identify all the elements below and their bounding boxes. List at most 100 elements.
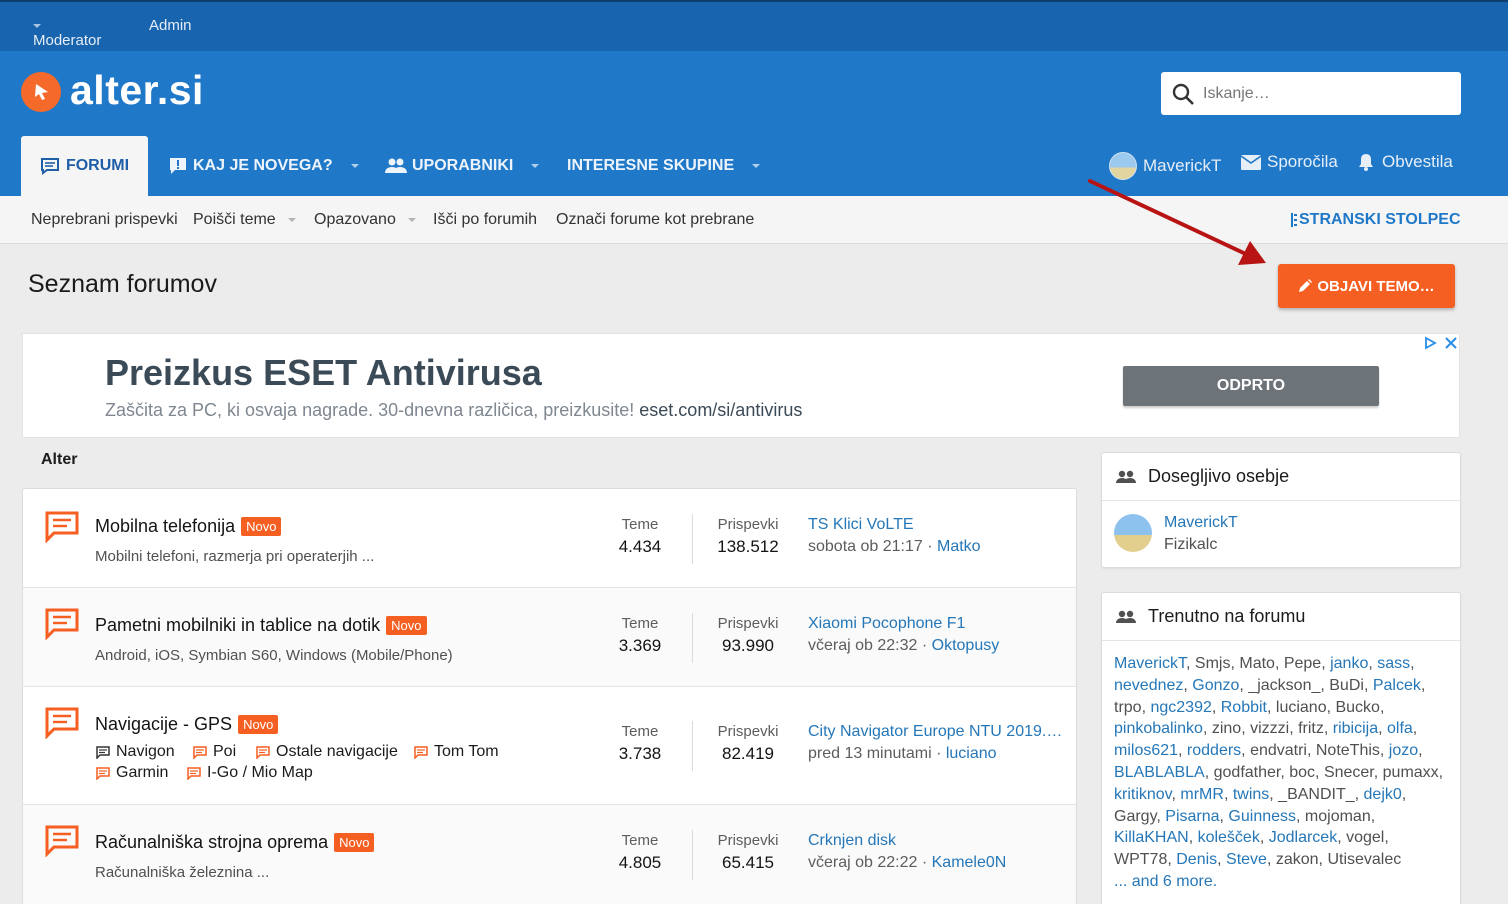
alerts-link[interactable]: Obvestila xyxy=(1358,152,1453,172)
online-user[interactable]: twins xyxy=(1233,786,1269,803)
online-user[interactable]: MaverickT xyxy=(1114,655,1186,672)
last-post-time[interactable]: sobota ob 21:17 xyxy=(808,538,923,555)
subnav-unread-posts[interactable]: Neprebrani prispevki xyxy=(31,211,178,229)
tab-uporabniki[interactable]: UPORABNIKI xyxy=(385,136,540,196)
subforum-name: Garmin xyxy=(116,764,169,781)
last-post-time[interactable]: pred 13 minutami xyxy=(808,745,932,762)
online-user[interactable]: sass xyxy=(1377,655,1410,672)
subforum-icon xyxy=(414,745,428,759)
subnav-watched[interactable]: Opazovano xyxy=(314,211,416,229)
forum-title[interactable]: Pametni mobilniki in tablice na dotik Nov… xyxy=(95,615,427,636)
online-user[interactable]: Jodlarcek xyxy=(1269,829,1337,846)
online-user[interactable]: dejk0 xyxy=(1364,786,1402,803)
threads-count: 4.434 xyxy=(618,537,662,556)
subforum-link[interactable]: I-Go / Mio Map xyxy=(187,764,313,782)
online-user[interactable]: pinkobalinko xyxy=(1114,720,1203,737)
online-user[interactable]: Guinness xyxy=(1228,808,1296,825)
search-box[interactable] xyxy=(1161,72,1461,115)
forum-title[interactable]: Mobilna telefonija Novo xyxy=(95,516,282,537)
messages-link[interactable]: Sporočila xyxy=(1241,152,1338,172)
more-online-link[interactable]: ... and 6 more. xyxy=(1102,871,1460,893)
chevron-down-icon[interactable] xyxy=(531,164,540,168)
subnav-search-forums[interactable]: Išči po forumih xyxy=(433,211,537,229)
subforum-name: I-Go / Mio Map xyxy=(207,764,313,781)
staff-online-title[interactable]: Dosegljivo osebje xyxy=(1148,466,1289,487)
chevron-down-icon[interactable] xyxy=(752,164,761,168)
online-user[interactable]: kolešček xyxy=(1198,829,1260,846)
online-user[interactable]: mrMR xyxy=(1180,786,1224,803)
last-post: Crknjen disk včeraj ob 22:22 · Kamele0N xyxy=(808,832,1063,872)
online-user[interactable]: nevednez xyxy=(1114,677,1183,694)
online-user: mojoman xyxy=(1304,807,1371,825)
subforum-link[interactable]: Garmin xyxy=(96,764,168,782)
last-post-user[interactable]: Matko xyxy=(937,538,981,555)
post-thread-button[interactable]: OBJAVI TEMO… xyxy=(1278,264,1455,308)
last-post-title[interactable]: Xiaomi Pocophone F1 xyxy=(808,615,1063,633)
online-user[interactable]: Gonzo xyxy=(1192,677,1239,694)
last-post-title[interactable]: TS Klici VoLTE xyxy=(808,516,1063,534)
subnav-find-threads[interactable]: Poišči teme xyxy=(193,211,296,229)
last-post-title[interactable]: City Navigator Europe NTU 2019.2... xyxy=(808,723,1063,741)
logo-icon[interactable] xyxy=(21,72,61,112)
close-icon[interactable] xyxy=(1445,337,1457,349)
forum-row: Navigacije - GPS Novo Navigon Poi Ostale … xyxy=(23,687,1076,805)
last-post-time[interactable]: včeraj ob 22:22 xyxy=(808,854,917,871)
moderator-menu[interactable]: Moderator xyxy=(33,17,101,49)
subforum-link[interactable]: Navigon xyxy=(96,743,175,761)
posts-label: Prispevki xyxy=(717,615,779,632)
online-user[interactable]: KillaKHAN xyxy=(1114,829,1189,846)
online-user[interactable]: BLABLABLA xyxy=(1114,764,1205,781)
online-user[interactable]: jozo xyxy=(1389,742,1418,759)
subforum-link[interactable]: Poi xyxy=(193,743,236,761)
subnav-mark-read[interactable]: Označi forume kot prebrane xyxy=(556,211,754,229)
last-post-time[interactable]: včeraj ob 22:32 xyxy=(808,637,917,654)
forum-row: Računalniška strojna oprema Novo Računaln… xyxy=(23,805,1076,904)
online-user[interactable]: rodders xyxy=(1187,742,1241,759)
moderator-label: Moderator xyxy=(33,32,102,49)
forum-title[interactable]: Navigacije - GPS Novo xyxy=(95,714,279,735)
tab-kaj-je-novega[interactable]: KAJ JE NOVEGA? xyxy=(169,136,359,196)
sidebar-toggle[interactable]: STRANSKI STOLPEC xyxy=(1291,211,1461,229)
advertisement[interactable]: Preizkus ESET Antivirusa Zaščita za PC, … xyxy=(22,333,1460,438)
last-post-title[interactable]: Crknjen disk xyxy=(808,832,1063,850)
forum-title-text: Pametni mobilniki in tablice na dotik xyxy=(95,615,381,635)
avatar[interactable] xyxy=(1114,514,1152,552)
staff-username[interactable]: MaverickT xyxy=(1164,514,1238,532)
online-user: pumaxx xyxy=(1382,763,1439,781)
online-user[interactable]: janko xyxy=(1330,655,1368,672)
online-user[interactable]: olfa xyxy=(1387,720,1413,737)
staff-online-header: Dosegljivo osebje xyxy=(1102,453,1460,501)
online-user[interactable]: Steve xyxy=(1226,851,1267,868)
online-user[interactable]: Robbit xyxy=(1221,699,1267,716)
members-online-title[interactable]: Trenutno na forumu xyxy=(1148,606,1305,627)
online-user[interactable]: milos621 xyxy=(1114,742,1178,759)
category-title[interactable]: Alter xyxy=(41,451,77,469)
online-user[interactable]: Pisarna xyxy=(1165,808,1219,825)
last-post-user[interactable]: luciano xyxy=(946,745,997,762)
last-post-user[interactable]: Kamele0N xyxy=(932,854,1007,871)
chevron-down-icon[interactable] xyxy=(350,164,359,168)
online-user: trpo xyxy=(1114,698,1142,716)
post-thread-label: OBJAVI TEMO… xyxy=(1317,277,1435,295)
tab-forumi-label: FORUMI xyxy=(65,157,130,174)
last-post-user[interactable]: Oktopusy xyxy=(932,637,1000,654)
forum-title[interactable]: Računalniška strojna oprema Novo xyxy=(95,832,375,853)
tab-interesne-skupine[interactable]: INTERESNE SKUPINE xyxy=(567,136,761,196)
admin-link[interactable]: Admin xyxy=(149,17,192,34)
online-user[interactable]: Denis xyxy=(1176,851,1217,868)
logo-text[interactable]: alter.si xyxy=(70,67,204,114)
search-input[interactable] xyxy=(1203,72,1453,115)
online-user[interactable]: kritiknov xyxy=(1114,786,1172,803)
online-user[interactable]: ribicija xyxy=(1333,720,1378,737)
online-user: Mato xyxy=(1239,655,1275,672)
adchoices-icon[interactable] xyxy=(1423,336,1437,350)
tab-forumi[interactable]: FORUMI xyxy=(21,136,148,196)
alert-bubble-icon xyxy=(170,158,186,174)
posts-count: 82.419 xyxy=(722,744,774,763)
subforum-link[interactable]: Ostale navigacije xyxy=(256,743,398,761)
ad-open-button[interactable]: ODPRTO xyxy=(1123,366,1379,406)
online-user[interactable]: Palcek xyxy=(1373,677,1421,694)
online-user[interactable]: ngc2392 xyxy=(1150,699,1211,716)
subforum-link[interactable]: Tom Tom xyxy=(414,743,499,761)
forum-icon xyxy=(40,158,59,175)
